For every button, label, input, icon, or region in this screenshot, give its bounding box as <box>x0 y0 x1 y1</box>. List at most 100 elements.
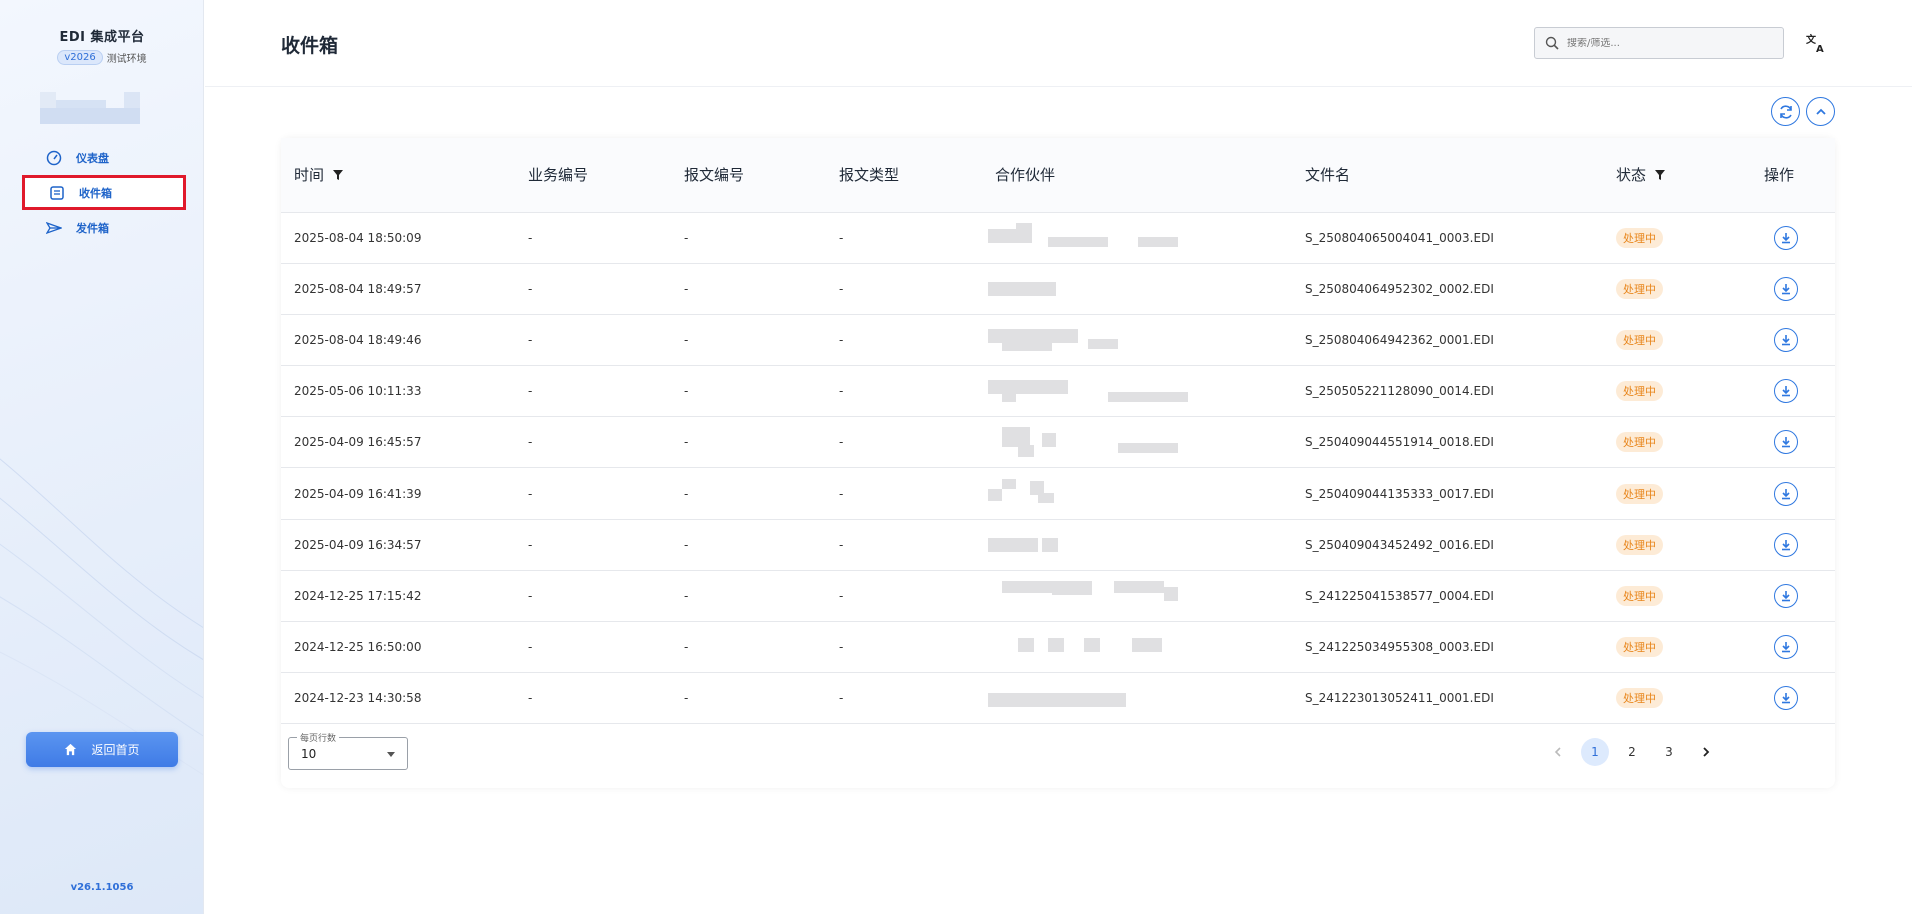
cell-partner-redacted <box>982 263 1292 315</box>
redacted-block <box>988 683 1218 713</box>
table-row[interactable]: 2025-04-09 16:34:57 - - - S_250409043452… <box>281 519 1835 571</box>
search-icon <box>1545 36 1559 50</box>
gauge-icon <box>46 150 62 165</box>
brand: EDI 集成平台 v2026 测试环境 <box>0 26 203 65</box>
search-input[interactable] <box>1567 37 1767 49</box>
svg-text:A: A <box>1816 44 1824 54</box>
cell-partner-redacted <box>982 365 1292 418</box>
download-button[interactable] <box>1774 635 1798 660</box>
next-page-button[interactable] <box>1692 738 1720 766</box>
download-button[interactable] <box>1774 532 1798 557</box>
table-row[interactable]: 2025-05-06 10:11:33 - - - S_250505221128… <box>281 365 1835 418</box>
table-row[interactable]: 2025-04-09 16:45:57 - - - S_250409044551… <box>281 416 1835 469</box>
table-row[interactable]: 2025-08-04 18:49:57 - - - S_250804064952… <box>281 263 1835 315</box>
page-button[interactable]: 2 <box>1618 738 1646 766</box>
cell-time: 2025-04-09 16:41:39 <box>281 467 515 520</box>
sidebar-item-inbox[interactable]: 收件箱 <box>22 175 186 210</box>
page-button[interactable]: 3 <box>1655 738 1683 766</box>
cell-status: 处理中 <box>1603 365 1751 418</box>
download-icon <box>1782 232 1790 243</box>
table-row[interactable]: 2024-12-23 14:30:58 - - - S_241223013052… <box>281 672 1835 725</box>
download-icon <box>1782 334 1790 346</box>
collapse-button[interactable] <box>1806 97 1835 126</box>
table-row[interactable]: 2025-04-09 16:41:39 - - - S_250409044135… <box>281 467 1835 520</box>
redacted-block <box>988 530 1218 560</box>
cell-time: 2025-08-04 18:49:57 <box>281 263 515 315</box>
status-badge: 处理中 <box>1616 585 1663 606</box>
cell-message-no: - <box>671 672 826 725</box>
redacted-block <box>988 632 1218 662</box>
download-icon <box>1782 283 1790 295</box>
cell-message-type: - <box>826 365 982 418</box>
cell-actions <box>1751 467 1835 520</box>
sidebar-item-dashboard[interactable]: 仪表盘 <box>22 140 186 175</box>
chevron-left-icon <box>1554 747 1561 757</box>
cell-file-name: S_250409044551914_0018.EDI <box>1292 416 1603 469</box>
page-button[interactable]: 1 <box>1581 738 1609 766</box>
cell-file-name: S_250409044135333_0017.EDI <box>1292 467 1603 520</box>
cell-status: 处理中 <box>1603 519 1751 571</box>
rows-per-page-label: 每页行数 <box>297 731 340 744</box>
cell-actions <box>1751 570 1835 623</box>
background-wave-decoration <box>0 458 203 776</box>
brand-subtitle: v2026 测试环境 <box>0 50 203 65</box>
cell-partner-redacted <box>982 519 1292 571</box>
cell-message-type: - <box>826 314 982 367</box>
cell-message-type: - <box>826 672 982 725</box>
rows-per-page-value: 10 <box>301 747 317 761</box>
cell-status: 处理中 <box>1603 621 1751 674</box>
cell-message-type: - <box>826 263 982 315</box>
sidebar: EDI 集成平台 v2026 测试环境 仪表盘 收件箱 发件箱 返回首页 v26… <box>0 0 204 914</box>
cell-actions <box>1751 263 1835 315</box>
inbox-table-card: 时间 业务编号 报文编号 报文类型 合作伙伴 文件名 状态 操作 2025-08… <box>281 138 1835 788</box>
refresh-icon <box>1779 104 1792 119</box>
sidebar-item-label: 仪表盘 <box>76 151 109 165</box>
prev-page-button[interactable] <box>1544 738 1572 766</box>
sidebar-item-outbox[interactable]: 发件箱 <box>22 210 186 245</box>
back-home-button[interactable]: 返回首页 <box>26 732 178 767</box>
cell-file-name: S_250804064952302_0002.EDI <box>1292 263 1603 315</box>
table-row[interactable]: 2025-08-04 18:49:46 - - - S_250804064942… <box>281 314 1835 367</box>
cell-status: 处理中 <box>1603 416 1751 469</box>
column-header-status[interactable]: 状态 <box>1603 138 1751 213</box>
download-button[interactable] <box>1774 379 1798 404</box>
table-header-row: 时间 业务编号 报文编号 报文类型 合作伙伴 文件名 状态 操作 <box>281 138 1835 213</box>
cell-partner-redacted <box>982 672 1292 725</box>
status-badge: 处理中 <box>1616 688 1663 709</box>
table-row[interactable]: 2024-12-25 17:15:42 - - - S_241225041538… <box>281 570 1835 623</box>
download-icon <box>1782 437 1790 448</box>
cell-file-name: S_250804065004041_0003.EDI <box>1292 212 1603 264</box>
download-button[interactable] <box>1774 430 1798 455</box>
redacted-block <box>988 325 1218 355</box>
download-button[interactable] <box>1774 686 1798 711</box>
cell-business-no: - <box>515 467 671 520</box>
cell-time: 2024-12-25 16:50:00 <box>281 621 515 674</box>
user-avatar-redacted <box>40 92 140 124</box>
download-button[interactable] <box>1774 276 1798 301</box>
download-icon <box>1782 488 1790 499</box>
cell-message-type: - <box>826 621 982 674</box>
cell-time: 2025-04-09 16:45:57 <box>281 416 515 469</box>
table-row[interactable]: 2025-08-04 18:50:09 - - - S_250804065004… <box>281 212 1835 264</box>
cell-actions <box>1751 314 1835 367</box>
download-button[interactable] <box>1774 481 1798 506</box>
page-title: 收件箱 <box>281 35 339 57</box>
filter-icon[interactable] <box>332 169 344 181</box>
redacted-block <box>988 274 1218 304</box>
column-header-time[interactable]: 时间 <box>281 138 515 213</box>
table-row[interactable]: 2024-12-25 16:50:00 - - - S_241225034955… <box>281 621 1835 674</box>
cell-file-name: S_250804064942362_0001.EDI <box>1292 314 1603 367</box>
refresh-button[interactable] <box>1771 97 1800 126</box>
search-box[interactable] <box>1534 27 1784 59</box>
filter-icon[interactable] <box>1654 169 1666 181</box>
download-button[interactable] <box>1774 583 1798 608</box>
cell-file-name: S_241225041538577_0004.EDI <box>1292 570 1603 623</box>
translate-icon[interactable]: 文 A <box>1805 32 1829 54</box>
download-button[interactable] <box>1774 225 1798 250</box>
redacted-block <box>988 376 1218 406</box>
status-badge: 处理中 <box>1616 329 1663 350</box>
chevron-up-icon <box>1815 108 1826 115</box>
download-button[interactable] <box>1774 327 1798 352</box>
cell-message-no: - <box>671 314 826 367</box>
rows-per-page-select[interactable]: 每页行数 10 <box>288 731 408 770</box>
